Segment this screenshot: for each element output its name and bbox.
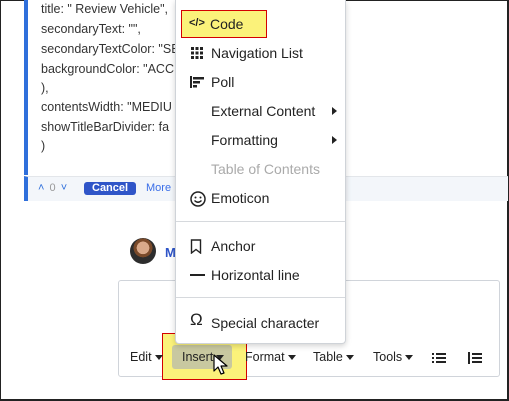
chevron-down-icon [345,355,354,361]
menu-item-external-content[interactable]: External Content [176,97,345,125]
insert-label: Insert [182,350,214,364]
code-line: secondaryTextColor: "SE [41,42,180,56]
bookmark-icon [190,239,206,255]
menu-item-poll[interactable]: Poll [176,68,345,96]
chevron-down-icon [405,355,414,361]
upvote-icon[interactable]: ˄ [38,182,44,194]
tools-label: Tools [373,350,403,364]
smiley-icon [190,191,206,207]
mouse-cursor-icon [213,354,228,375]
menu-item-label: External Content [211,103,316,119]
avatar [130,238,156,264]
code-line: contentsWidth: "MEDIU [41,100,172,114]
menu-item-label: Poll [211,74,235,90]
menu-item-navigation-list[interactable]: Navigation List [176,39,345,67]
menu-separator [176,221,345,222]
menu-item-horizontal-line[interactable]: Horizontal line [176,261,345,289]
menu-item-label: Anchor [211,238,256,254]
chevron-down-icon [287,355,296,361]
chevron-down-icon [154,355,163,361]
menu-item-anchor[interactable]: Anchor [176,232,345,260]
horizontal-line-icon [190,268,206,282]
code-line: title: " Review Vehicle", [41,2,168,16]
chevron-right-icon [332,107,337,115]
format-label: Format [245,350,285,364]
menu-item-emoticon[interactable]: Emoticon [176,184,345,212]
code-line: secondaryText: "", [41,22,141,36]
code-line: ), [41,81,49,95]
cancel-button[interactable]: Cancel [84,182,137,195]
menu-item-label: Table of Contents [211,161,320,177]
menu-item-formatting[interactable]: Formatting [176,126,345,154]
menu-item-label: Formatting [211,132,278,148]
insert-dropdown-menu: </> Code Navigation List Poll External C… [175,0,346,344]
menu-item-label: Navigation List [211,45,303,61]
numbered-list-icon[interactable] [468,351,482,365]
table-menu-button[interactable]: Table [313,350,354,364]
edit-menu-button[interactable]: Edit [130,350,163,364]
menu-item-label: Emoticon [211,190,270,206]
omega-icon: Ω [190,310,203,329]
code-line: showTitleBarDivider: fa [41,120,170,134]
downvote-icon[interactable]: ˅ [61,182,67,194]
menu-item-label: Horizontal line [211,267,300,283]
chevron-right-icon [332,136,337,144]
bullet-list-icon[interactable] [432,351,446,365]
menu-item-code-label-highlighted[interactable]: Code [210,16,243,32]
code-line: backgroundColor: "ACC [41,62,174,76]
code-icon: </> [189,17,205,29]
menu-item-label: Special character [211,315,320,331]
menu-separator [176,297,345,298]
edit-label: Edit [130,350,152,364]
tools-menu-button[interactable]: Tools [373,350,414,364]
menu-item-special-character[interactable]: Ω Special character [176,309,345,337]
poll-icon [190,75,206,89]
vote-control: ˄ 0 ˅ [38,182,67,194]
table-label: Table [313,350,343,364]
grid-icon [190,46,206,60]
vote-count: 0 [49,182,56,194]
code-line: ) [41,139,46,153]
format-menu-button[interactable]: Format [245,350,296,364]
menu-item-table-of-contents: Table of Contents [176,155,345,183]
more-link[interactable]: More [146,182,171,194]
